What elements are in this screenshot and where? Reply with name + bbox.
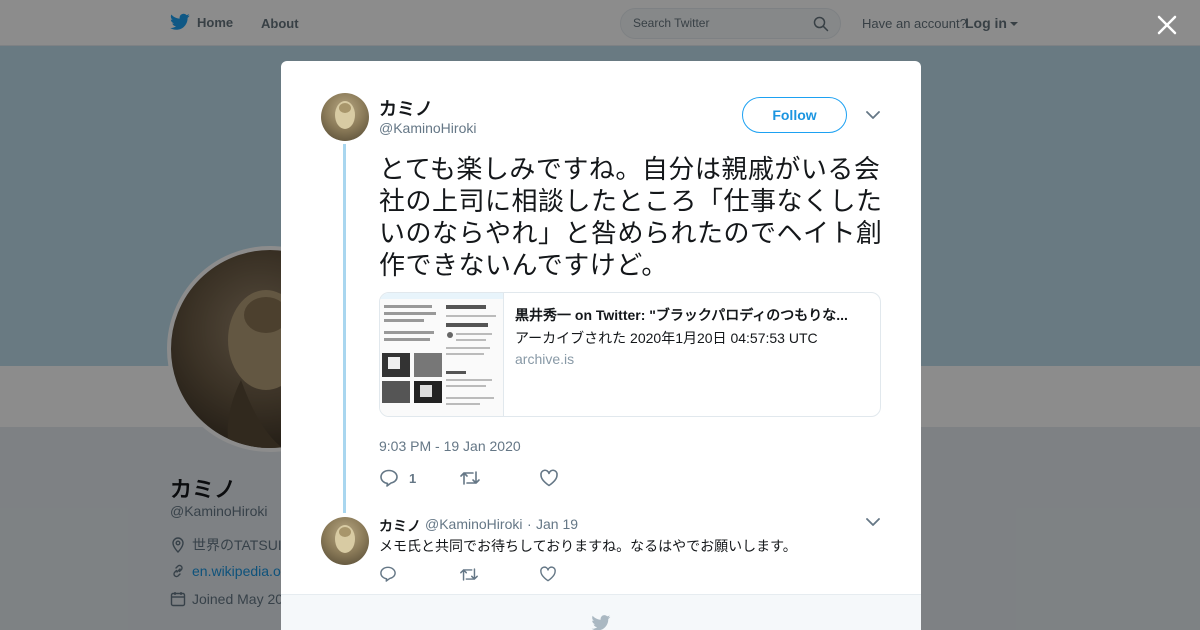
reply-action[interactable] [379,566,459,582]
reply-icon [380,566,396,582]
link-preview-card[interactable]: 黒井秀一 on Twitter: "ブラックパロディのつもりな... アーカイブ… [379,292,881,417]
modal-footer [281,594,921,630]
reply-action[interactable]: 1 [379,469,459,487]
retweet-action[interactable] [459,567,539,582]
reply-author-avatar[interactable] [321,517,369,565]
like-action[interactable] [539,566,557,582]
tweet-timestamp[interactable]: 9:03 PM - 19 Jan 2020 [379,438,521,454]
like-icon [540,566,556,582]
close-icon[interactable] [1155,13,1179,37]
retweet-icon [460,471,480,485]
tweet-modal: カミノ @KaminoHiroki Follow とても楽しみですね。自分は親戚… [281,61,921,630]
card-thumbnail-image [380,293,503,405]
twitter-bird-icon [591,615,611,630]
tweet-text: とても楽しみですね。自分は親戚がいる会社の上司に相談したところ「仕事なくしたいの… [379,154,883,280]
like-icon [540,469,558,487]
thread-connector-line [343,144,346,513]
author-handle[interactable]: @KaminoHiroki [379,120,476,136]
card-title: 黒井秀一 on Twitter: "ブラックパロディのつもりな... [515,307,848,323]
card-thumbnail [380,293,504,416]
card-description: アーカイブされた 2020年1月20日 04:57:53 UTC [515,330,818,346]
retweet-action[interactable] [459,470,539,486]
author-name[interactable]: カミノ [379,95,433,121]
like-action[interactable] [539,469,559,487]
avatar-photo [335,525,355,553]
tweet-actions: 1 [379,469,559,487]
reply-actions [379,566,557,582]
avatar-photo [335,101,355,129]
author-avatar[interactable] [321,93,369,141]
reply-author-handle[interactable]: @KaminoHiroki [425,516,522,532]
reply-date[interactable]: Jan 19 [536,516,578,532]
retweet-icon [460,567,478,581]
card-domain: archive.is [515,351,575,367]
reply-author-name[interactable]: カミノ [379,516,421,536]
reply-separator: · [527,516,532,532]
reply-text: メモ氏と共同でお待ちしておりますね。なるはやでお願いします。 [379,538,797,554]
reply-icon [380,469,398,487]
chevron-down-icon[interactable] [866,110,880,120]
reply-count: 1 [409,470,417,486]
chevron-down-icon[interactable] [866,517,880,527]
follow-button[interactable]: Follow [742,97,847,133]
